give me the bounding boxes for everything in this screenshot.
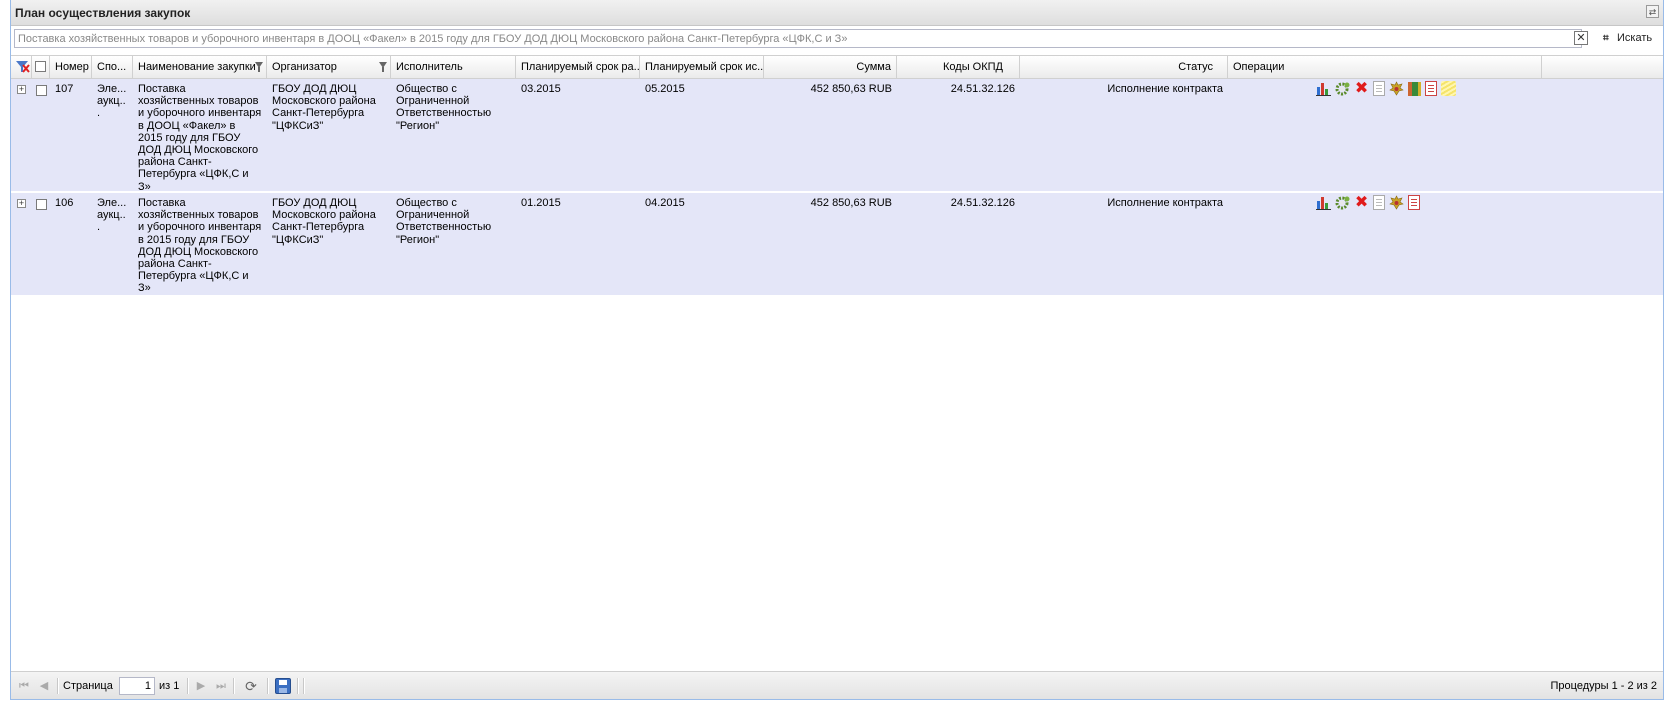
- separator: [303, 678, 305, 694]
- cell-organizer: ГБОУ ДОД ДЮЦ Московского района Санкт-Пе…: [272, 83, 376, 132]
- header-method[interactable]: Спо...: [92, 56, 133, 78]
- separator: [57, 678, 59, 694]
- cell-sum: 452 850,63 RUB: [810, 197, 892, 209]
- filter-icon[interactable]: [379, 62, 387, 72]
- procurement-plan-panel: План осуществления закупок ⇄ ✕ ⌗ Искать Н…: [10, 0, 1664, 700]
- notes-icon[interactable]: [1441, 81, 1457, 96]
- filter-icon[interactable]: [255, 62, 263, 72]
- next-page-icon[interactable]: ▶: [194, 679, 208, 693]
- search-button[interactable]: ⌗ Искать: [1603, 32, 1652, 46]
- row-checkbox[interactable]: [36, 85, 47, 96]
- cell-executor: Общество с Ограниченной Ответственностью…: [396, 197, 492, 246]
- search-clear-icon[interactable]: ✕: [1574, 31, 1588, 45]
- last-page-icon[interactable]: ⏭: [214, 679, 228, 693]
- header-operations[interactable]: Операции: [1228, 56, 1542, 78]
- header-organizer-label: Организатор: [272, 61, 337, 73]
- cell-sum: 452 850,63 RUB: [810, 83, 892, 95]
- row-operations: ✖: [1316, 195, 1421, 213]
- delete-icon[interactable]: ✖: [1354, 195, 1369, 211]
- save-icon[interactable]: [275, 678, 291, 694]
- paging-summary: Процедуры 1 - 2 из 2: [1550, 680, 1658, 692]
- chart-icon[interactable]: [1316, 195, 1331, 210]
- cell-plan-start: 01.2015: [521, 197, 561, 209]
- row-checkbox[interactable]: [36, 199, 47, 210]
- search-bar: ✕ ⌗ Искать: [11, 27, 1663, 51]
- grid-header: Номер Спо... Наименование закупки Органи…: [11, 55, 1663, 79]
- header-plan-start[interactable]: Планируемый срок ра...: [516, 56, 640, 78]
- header-executor[interactable]: Исполнитель: [391, 56, 516, 78]
- document-icon[interactable]: [1373, 195, 1386, 210]
- separator: [267, 678, 269, 694]
- separator: [297, 678, 299, 694]
- select-all-checkbox[interactable]: [35, 61, 46, 72]
- header-organizer[interactable]: Организатор: [267, 56, 391, 78]
- page-number-input[interactable]: [119, 677, 155, 695]
- cell-plan-start: 03.2015: [521, 83, 561, 95]
- cell-plan-exec: 04.2015: [645, 197, 685, 209]
- panel-refresh-icon[interactable]: ⇄: [1646, 5, 1659, 18]
- header-status[interactable]: Статус: [1020, 56, 1228, 78]
- table-row[interactable]: + 106 Эле... аукц... Поставка хозяйствен…: [11, 193, 1663, 297]
- emblem-icon[interactable]: [1389, 195, 1404, 210]
- chart-icon[interactable]: [1316, 81, 1331, 96]
- cell-status: Исполнение контракта: [1107, 83, 1223, 95]
- cell-okpd: 24.51.32.126: [950, 83, 1015, 95]
- gear-icon[interactable]: [1335, 81, 1350, 96]
- binoculars-icon: ⌗: [1603, 33, 1609, 44]
- separator: [187, 678, 189, 694]
- cell-number: 107: [55, 83, 74, 95]
- page-label: Страница: [63, 680, 113, 692]
- search-input[interactable]: [14, 29, 1582, 48]
- cell-executor: Общество с Ограниченной Ответственностью…: [396, 83, 492, 132]
- delete-icon[interactable]: ✖: [1354, 81, 1369, 97]
- header-clear-filters[interactable]: [11, 56, 32, 78]
- header-plan-exec[interactable]: Планируемый срок ис...: [640, 56, 764, 78]
- header-number[interactable]: Номер: [50, 56, 92, 78]
- header-name-label: Наименование закупки: [138, 61, 256, 73]
- book-icon[interactable]: [1408, 82, 1422, 96]
- prev-page-icon[interactable]: ◀: [37, 679, 51, 693]
- panel-header: План осуществления закупок ⇄: [11, 0, 1663, 26]
- header-name[interactable]: Наименование закупки: [133, 56, 267, 78]
- cell-plan-exec: 05.2015: [645, 83, 685, 95]
- emblem-icon[interactable]: [1389, 81, 1404, 96]
- cell-name: Поставка хозяйственных товаров и уборочн…: [138, 197, 262, 295]
- header-sum[interactable]: Сумма: [764, 56, 897, 78]
- clear-filter-icon[interactable]: [16, 61, 30, 73]
- search-button-label: Искать: [1617, 32, 1653, 44]
- cell-number: 106: [55, 197, 74, 209]
- document-icon[interactable]: [1373, 81, 1386, 96]
- cell-method: Эле... аукц...: [97, 83, 127, 120]
- panel-title: План осуществления закупок: [15, 6, 191, 20]
- cell-name: Поставка хозяйственных товаров и уборочн…: [138, 83, 262, 193]
- refresh-icon[interactable]: ⟳: [244, 679, 258, 693]
- separator: [233, 678, 235, 694]
- cell-status: Исполнение контракта: [1107, 197, 1223, 209]
- paging-toolbar: ⏮ ◀ Страница из 1 ▶ ⏭ ⟳ Процедуры 1 - 2 …: [11, 671, 1663, 699]
- cell-okpd: 24.51.32.126: [950, 197, 1015, 209]
- header-okpd[interactable]: Коды ОКПД: [897, 56, 1020, 78]
- gear-icon[interactable]: [1335, 195, 1350, 210]
- page-count-label: из 1: [159, 680, 180, 692]
- cell-organizer: ГБОУ ДОД ДЮЦ Московского района Санкт-Пе…: [272, 197, 376, 246]
- expand-row-icon[interactable]: +: [17, 199, 26, 208]
- red-document-icon[interactable]: [1408, 195, 1421, 210]
- first-page-icon[interactable]: ⏮: [17, 679, 31, 693]
- row-operations: ✖: [1316, 81, 1457, 99]
- expand-row-icon[interactable]: +: [17, 85, 26, 94]
- red-document-icon[interactable]: [1425, 81, 1438, 96]
- cell-method: Эле... аукц...: [97, 197, 127, 234]
- table-row[interactable]: + 107 Эле... аукц... Поставка хозяйствен…: [11, 79, 1663, 193]
- header-select-all: [32, 56, 50, 78]
